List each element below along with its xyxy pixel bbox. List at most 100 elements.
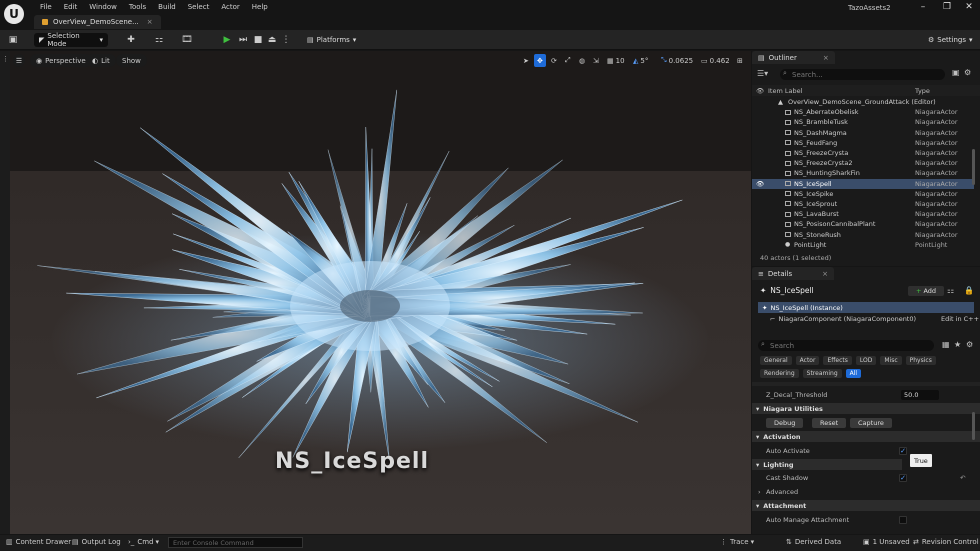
section-attachment[interactable]: ▾ Attachment: [752, 500, 980, 511]
category-misc-button[interactable]: Misc: [880, 356, 902, 365]
output-log-button[interactable]: ▤ Output Log: [72, 538, 121, 546]
close-tab-icon[interactable]: ×: [147, 18, 153, 26]
outliner-row[interactable]: NS_IceSpike NiagaraActor: [752, 189, 974, 199]
category-physics-button[interactable]: Physics: [905, 356, 936, 365]
add-folder-icon[interactable]: ▣: [952, 68, 960, 77]
category-streaming-button[interactable]: Streaming: [802, 369, 842, 378]
outliner-scrollbar[interactable]: [972, 149, 975, 185]
console-input[interactable]: Enter Console Command: [168, 537, 303, 548]
outliner-root-row[interactable]: ▲ OverView_DemoScene_GroundAttack (Edito…: [752, 97, 974, 107]
category-actor-button[interactable]: Actor: [795, 356, 820, 365]
header-label-col[interactable]: Item Label: [768, 87, 802, 95]
category-rendering-button[interactable]: Rendering: [760, 369, 799, 378]
outliner-row[interactable]: ● PointLight PointLight: [752, 240, 974, 250]
instance-row[interactable]: ✦ NS_IceSpell (Instance): [758, 302, 974, 313]
debug-button[interactable]: Debug: [766, 418, 804, 428]
reset-to-default-icon[interactable]: ↶: [960, 474, 965, 482]
lock-icon[interactable]: 🔒: [964, 286, 974, 295]
perspective-button[interactable]: ◉ Perspective: [30, 54, 92, 67]
trace-button[interactable]: ⋮ Trace ▾: [720, 538, 754, 546]
category-lod-button[interactable]: LOD: [855, 356, 877, 365]
eject-icon[interactable]: ⏏: [265, 33, 279, 47]
advanced-row[interactable]: › Advanced: [752, 485, 980, 498]
menu-file[interactable]: File: [34, 3, 58, 11]
cast-shadow-checkbox[interactable]: ✓: [899, 473, 907, 482]
table-view-icon[interactable]: ▦: [942, 340, 950, 349]
minimize-icon[interactable]: –: [912, 2, 934, 16]
capture-button[interactable]: Capture: [850, 418, 892, 428]
platforms-button[interactable]: ▤ Platforms ▾: [302, 33, 361, 47]
cinematics-icon[interactable]: 🎞: [180, 33, 194, 47]
outliner-row[interactable]: NS_FreezeCrysta NiagaraActor: [752, 148, 974, 158]
selection-mode-dropdown[interactable]: ◤ Selection Mode ▾: [34, 32, 108, 48]
content-drawer-button[interactable]: ▥ Content Drawer: [6, 538, 71, 546]
section-lighting[interactable]: ▾ Lighting: [752, 459, 902, 470]
more-options-icon[interactable]: ⋮: [279, 33, 293, 47]
stop-icon[interactable]: ■: [251, 33, 265, 47]
header-type-col[interactable]: Type: [915, 87, 930, 95]
reset-button[interactable]: Reset: [812, 418, 847, 428]
maximize-icon[interactable]: ❐: [936, 2, 958, 16]
scale-tool-icon[interactable]: ⤢: [562, 54, 574, 67]
derived-data-button[interactable]: ⇅ Derived Data: [786, 538, 841, 546]
section-activation[interactable]: ▾ Activation: [752, 431, 980, 442]
menu-window[interactable]: Window: [83, 3, 123, 11]
close-icon[interactable]: ×: [823, 54, 829, 62]
blueprint-icon[interactable]: ⚏: [152, 33, 166, 47]
camera-speed-button[interactable]: ▭ 0.462: [698, 54, 733, 67]
details-search-input[interactable]: Search: [758, 340, 934, 351]
cmd-dropdown[interactable]: ›_ Cmd ▾: [128, 538, 159, 546]
outliner-row[interactable]: NS_FreezeCrysta2 NiagaraActor: [752, 158, 974, 168]
visibility-icon[interactable]: 👁: [756, 87, 764, 95]
world-local-icon[interactable]: ◍: [576, 54, 588, 67]
add-content-icon[interactable]: ✚: [124, 33, 138, 47]
star-icon[interactable]: ★: [954, 340, 961, 349]
move-tool-icon[interactable]: ✥: [534, 54, 546, 67]
viewport-menu-icon[interactable]: ☰: [13, 54, 25, 67]
outliner-row[interactable]: NS_PosisonCannibalPlant NiagaraActor: [752, 219, 974, 229]
level-viewport[interactable]: ☰ ◉ Perspective ◐ Lit Show ➤ ✥ ⟳ ⤢ ◍ ⇲ ▦…: [10, 51, 751, 534]
category-general-button[interactable]: General: [760, 356, 792, 365]
maximize-viewport-icon[interactable]: ⊞: [734, 54, 746, 67]
close-icon[interactable]: ×: [822, 270, 828, 278]
grid-snap-button[interactable]: ▦ 10: [604, 54, 628, 67]
menu-actor[interactable]: Actor: [215, 3, 245, 11]
show-button[interactable]: Show: [116, 54, 147, 67]
category-effects-button[interactable]: Effects: [823, 356, 852, 365]
edit-cpp-link[interactable]: Edit in C++: [941, 315, 979, 323]
outliner-search-input[interactable]: Search...: [780, 69, 945, 80]
category-all-button[interactable]: All: [845, 369, 862, 378]
unsaved-button[interactable]: ▣ 1 Unsaved: [863, 538, 910, 546]
gear-icon[interactable]: ⚙: [964, 68, 971, 77]
blueprint-icon[interactable]: ⚏: [947, 286, 954, 295]
outliner-row[interactable]: NS_LavaBurst NiagaraActor: [752, 209, 974, 219]
menu-tools[interactable]: Tools: [123, 3, 152, 11]
section-niagara-utilities[interactable]: ▾ Niagara Utilities: [752, 403, 980, 414]
menu-edit[interactable]: Edit: [58, 3, 84, 11]
auto-manage-attachment-checkbox[interactable]: ✓: [899, 515, 907, 524]
play-icon[interactable]: ▶: [220, 33, 234, 47]
revision-control-button[interactable]: ⇄ Revision Control: [913, 538, 979, 546]
save-icon[interactable]: ▣: [6, 33, 20, 47]
select-tool-icon[interactable]: ➤: [520, 54, 532, 67]
unreal-logo-icon[interactable]: U: [4, 4, 24, 24]
step-icon[interactable]: ⏭: [236, 33, 250, 47]
outliner-row[interactable]: NS_DashMagma NiagaraActor: [752, 128, 974, 138]
outliner-row[interactable]: NS_StoneRush NiagaraActor: [752, 229, 974, 239]
menu-help[interactable]: Help: [246, 3, 274, 11]
menu-select[interactable]: Select: [182, 3, 216, 11]
menu-build[interactable]: Build: [152, 3, 182, 11]
outliner-row[interactable]: NS_FeudFang NiagaraActor: [752, 138, 974, 148]
gear-icon[interactable]: ⚙: [966, 340, 973, 349]
auto-activate-checkbox[interactable]: ✓: [899, 446, 907, 455]
surface-snap-icon[interactable]: ⇲: [590, 54, 602, 67]
visibility-icon[interactable]: 👁: [756, 180, 764, 188]
outliner-row[interactable]: NS_IceSprout NiagaraActor: [752, 199, 974, 209]
lit-button[interactable]: ◐ Lit: [86, 54, 116, 67]
outliner-row[interactable]: NS_BrambleTusk NiagaraActor: [752, 117, 974, 127]
settings-button[interactable]: ⚙ Settings ▾: [923, 33, 978, 47]
document-tab[interactable]: OverView_DemoScene... ×: [34, 15, 161, 29]
details-scrollbar[interactable]: [972, 412, 975, 440]
component-row[interactable]: ⌐ NiagaraComponent (NiagaraComponent0): [770, 315, 916, 323]
outliner-row[interactable]: NS_AberrateObelisk NiagaraActor: [752, 107, 974, 117]
